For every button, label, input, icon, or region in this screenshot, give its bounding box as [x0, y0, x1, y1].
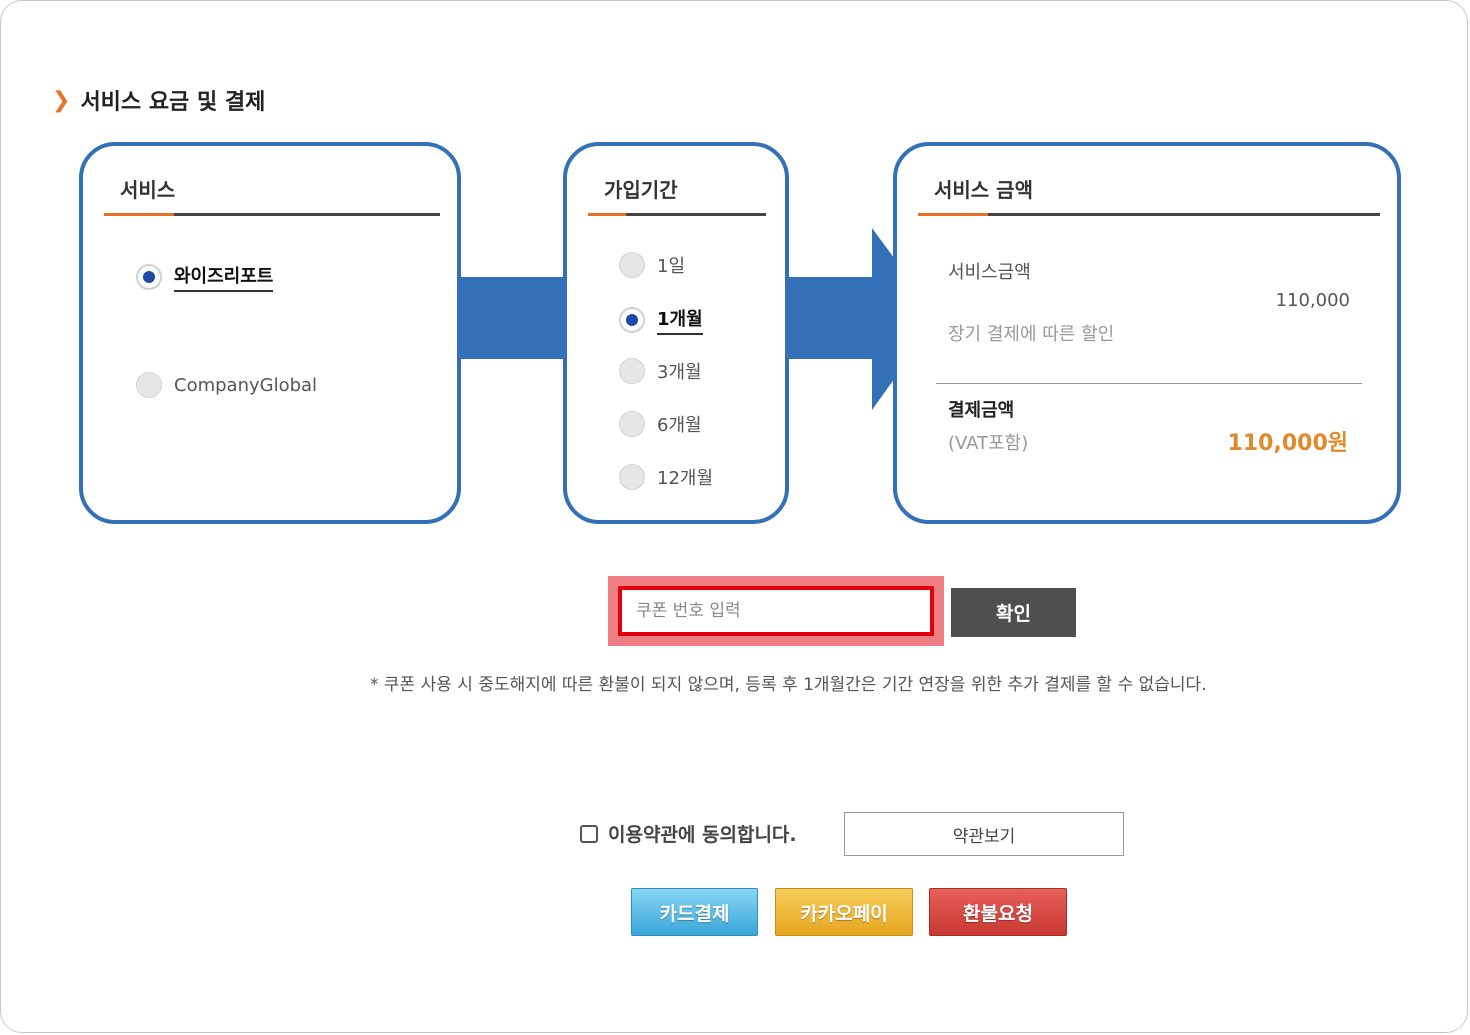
- period-option-label: 6개월: [657, 415, 702, 436]
- radio-selected-icon[interactable]: [136, 264, 162, 290]
- service-box: 서비스 와이즈리포트 CompanyGlobal: [79, 142, 461, 524]
- coupon-notice: * 쿠폰 사용 시 중도해지에 따른 환불이 되지 않으며, 등록 후 1개월간…: [370, 675, 1207, 695]
- refund-request-button[interactable]: 환불요청: [929, 888, 1067, 936]
- service-option-companyglobal[interactable]: CompanyGlobal: [136, 372, 317, 398]
- amount-separator: [936, 383, 1362, 384]
- view-terms-button[interactable]: 약관보기: [844, 812, 1124, 856]
- vat-label: (VAT포함): [948, 433, 1029, 454]
- period-option-12months[interactable]: 12개월: [619, 464, 713, 490]
- radio-unselected-icon[interactable]: [619, 411, 645, 437]
- service-option-wisereport[interactable]: 와이즈리포트: [136, 262, 274, 292]
- radio-unselected-icon[interactable]: [619, 464, 645, 490]
- amount-box-title: 서비스 금액: [934, 178, 1033, 202]
- radio-unselected-icon[interactable]: [136, 372, 162, 398]
- service-box-divider: [104, 213, 440, 216]
- card-pay-button[interactable]: 카드결제: [631, 888, 758, 936]
- amount-box: 서비스 금액 서비스금액 110,000 장기 결제에 따른 할인 결제금액 (…: [893, 142, 1401, 524]
- service-option-label: 와이즈리포트: [174, 262, 274, 292]
- terms-agreement[interactable]: 이용약관에 동의합니다.: [580, 820, 797, 847]
- service-option-label: CompanyGlobal: [174, 374, 318, 396]
- discount-label: 장기 결제에 따른 할인: [948, 324, 1115, 345]
- kakao-pay-button[interactable]: 카카오페이: [775, 888, 913, 936]
- service-amount-value: 110,000: [1275, 290, 1350, 311]
- radio-unselected-icon[interactable]: [619, 252, 645, 278]
- period-box-divider: [588, 213, 766, 216]
- total-label: 결제금액: [948, 400, 1015, 421]
- period-option-label: 3개월: [657, 362, 702, 383]
- period-option-6months[interactable]: 6개월: [619, 411, 702, 437]
- amount-box-divider: [918, 213, 1380, 216]
- agree-checkbox[interactable]: [580, 824, 598, 843]
- service-box-title: 서비스: [120, 178, 176, 202]
- total-amount-value: 110,000원: [1227, 431, 1348, 456]
- period-option-label: 1개월: [657, 305, 703, 335]
- coupon-highlight: [608, 576, 944, 646]
- agree-label: 이용약관에 동의합니다.: [608, 824, 797, 846]
- coupon-input[interactable]: [618, 586, 934, 636]
- period-box-title: 가입기간: [604, 178, 678, 202]
- service-amount-label: 서비스금액: [948, 262, 1031, 283]
- radio-unselected-icon[interactable]: [619, 358, 645, 384]
- radio-selected-icon[interactable]: [619, 307, 645, 333]
- period-option-label: 12개월: [657, 468, 714, 489]
- coupon-confirm-button[interactable]: 확인: [951, 588, 1076, 637]
- period-option-label: 1일: [657, 256, 686, 277]
- period-option-3months[interactable]: 3개월: [619, 358, 702, 384]
- period-option-1month[interactable]: 1개월: [619, 305, 703, 335]
- period-box: 가입기간 1일 1개월 3개월 6개월 12개월: [563, 142, 789, 524]
- period-option-1day[interactable]: 1일: [619, 252, 685, 278]
